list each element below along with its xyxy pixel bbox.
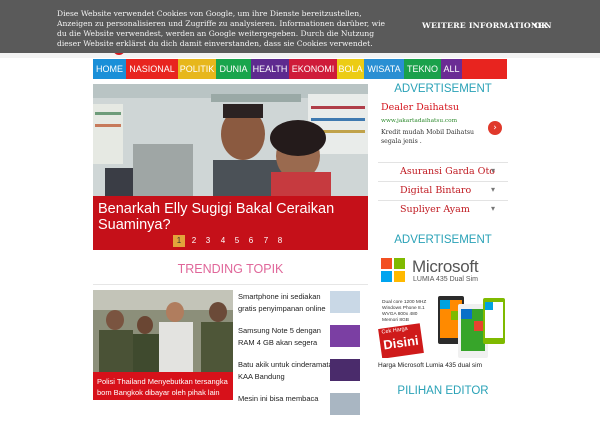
nav-item-tekno[interactable]: TEKNO — [404, 59, 441, 79]
slider-page-6[interactable]: 6 — [245, 235, 257, 247]
trending-main-caption-bar: Polisi Thailand Menyebutkan tersangka bo… — [93, 372, 233, 400]
slider-page-1[interactable]: 1 — [173, 235, 185, 247]
ad-link[interactable]: Supliyer Ayam ▾ — [378, 200, 508, 220]
nav-item-home[interactable]: HOME — [93, 59, 126, 79]
trending-item-title[interactable]: Batu akik untuk cinderamata KAA Bandung — [238, 359, 333, 383]
trending-item[interactable]: Batu akik untuk cinderamata KAA Bandung — [238, 359, 362, 393]
banner-specs: Dual core 1200 MHZ Windows Phone 8.1 WVG… — [382, 300, 427, 323]
trending-item[interactable]: Smartphone ini sediakan gratis penyimpan… — [238, 291, 362, 325]
nav-item-all[interactable]: ALL — [441, 59, 462, 79]
trending-item-title[interactable]: Samsung Note 5 dengan RAM 4 GB akan sege… — [238, 325, 333, 349]
ad-link-label[interactable]: Digital Bintaro — [400, 185, 471, 196]
cookie-notice: Diese Website verwendet Cookies von Goog… — [0, 0, 600, 53]
trending-main-caption[interactable]: Polisi Thailand Menyebutkan tersangka bo… — [97, 376, 231, 398]
microsoft-logo-icon — [381, 258, 405, 282]
microsoft-lumia-banner[interactable]: Microsoft LUMIA 435 Dual Sim Dual core 1… — [378, 254, 508, 358]
trending-item-thumb[interactable] — [330, 393, 360, 415]
banner-caption[interactable]: Harga Microsoft Lumia 435 dual sim — [378, 362, 508, 369]
trending-heading: TRENDING TOPIK — [177, 262, 284, 276]
trending-item[interactable]: Samsung Note 5 dengan RAM 4 GB akan sege… — [238, 325, 362, 359]
ad-link[interactable]: Digital Bintaro ▾ — [378, 181, 508, 201]
banner-brand: Microsoft — [412, 257, 479, 276]
nav-item-ekonomi[interactable]: EKONOMI — [289, 59, 337, 79]
trending-item-thumb[interactable] — [330, 291, 360, 313]
main-nav: HOME NASIONAL POLITIK DUNIA HEALTH EKONO… — [93, 59, 507, 79]
nav-item-dunia[interactable]: DUNIA — [216, 59, 251, 79]
slider-photo — [93, 84, 368, 199]
slider-page-8[interactable]: 8 — [274, 235, 286, 247]
slider-page-3[interactable]: 3 — [202, 235, 214, 247]
chevron-down-icon: ▾ — [491, 204, 496, 213]
trending-item-thumb[interactable] — [330, 325, 360, 347]
nav-item-politik[interactable]: POLITIK — [178, 59, 216, 79]
trending-item-thumb[interactable] — [330, 359, 360, 381]
more-info-link[interactable]: WEITERE INFORMATIONEN — [422, 21, 552, 30]
trending-divider — [93, 284, 368, 285]
advertisement-heading: ADVERTISEMENT — [394, 83, 492, 95]
editor-picks-heading: PILIHAN EDITOR — [397, 385, 489, 397]
ok-button[interactable]: OK — [534, 21, 548, 30]
ad-url[interactable]: www.jakartadaihatsu.com — [381, 118, 457, 124]
check-price-button[interactable]: Cek Harga Disini — [378, 323, 424, 358]
trending-item-title[interactable]: Mesin ini bisa membaca — [238, 393, 333, 405]
nav-item-bola[interactable]: BOLA — [337, 59, 364, 79]
slider-page-2[interactable]: 2 — [188, 235, 200, 247]
ad-link-label[interactable]: Asuransi Garda Oto — [400, 166, 495, 177]
slider-page-7[interactable]: 7 — [260, 235, 272, 247]
headline-slider[interactable]: Benarkah Elly Sugigi Bakal Ceraikan Suam… — [93, 84, 368, 250]
cookie-text: Diese Website verwendet Cookies von Goog… — [57, 9, 385, 48]
ad-title[interactable]: Dealer Daihatsu — [381, 102, 459, 113]
ad-description: Kredit mudah Mobil Daihatsu segala jenis… — [381, 129, 474, 145]
nav-item-nasional[interactable]: NASIONAL — [126, 59, 178, 79]
trending-item-title[interactable]: Smartphone ini sediakan gratis penyimpan… — [238, 291, 333, 315]
chevron-right-icon[interactable]: › — [488, 121, 502, 135]
nav-extra[interactable] — [462, 59, 507, 79]
advertisement-heading-2: ADVERTISEMENT — [394, 234, 492, 246]
trending-item[interactable]: Mesin ini bisa membaca — [238, 393, 362, 427]
trending-main-story[interactable]: Polisi Thailand Menyebutkan tersangka bo… — [93, 290, 233, 400]
slider-pagination: 1 2 3 4 5 6 7 8 — [93, 234, 368, 248]
banner-product: LUMIA 435 Dual Sim — [413, 276, 478, 283]
slider-page-4[interactable]: 4 — [217, 235, 229, 247]
phone-image — [438, 296, 505, 358]
slider-title[interactable]: Benarkah Elly Sugigi Bakal Ceraikan Suam… — [98, 201, 364, 233]
chevron-down-icon: ▾ — [491, 185, 496, 194]
cta-big-text: Disini — [382, 332, 420, 353]
ad-link-label[interactable]: Supliyer Ayam — [400, 204, 470, 215]
slider-page-5[interactable]: 5 — [231, 235, 243, 247]
ad-dealer-daihatsu[interactable]: Dealer Daihatsu www.jakartadaihatsu.com … — [378, 99, 508, 157]
chevron-down-icon: ▾ — [491, 166, 496, 175]
nav-item-health[interactable]: HEALTH — [251, 59, 289, 79]
ad-link[interactable]: Asuransi Garda Oto ▾ — [378, 162, 508, 182]
nav-item-wisata[interactable]: WISATA — [364, 59, 404, 79]
